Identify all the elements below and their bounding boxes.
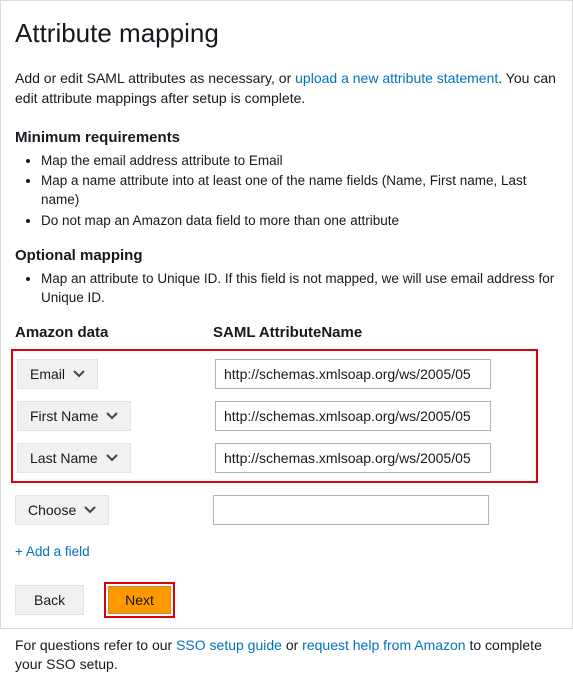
saml-input[interactable] bbox=[215, 359, 491, 389]
chevron-down-icon bbox=[73, 370, 85, 378]
next-highlight: Next bbox=[104, 582, 175, 618]
request-help-link[interactable]: request help from Amazon bbox=[302, 637, 465, 653]
table-row: Email bbox=[17, 359, 530, 389]
list-item: Map an attribute to Unique ID. If this f… bbox=[41, 270, 558, 308]
amazon-data-dropdown-firstname[interactable]: First Name bbox=[17, 401, 131, 431]
chevron-down-icon bbox=[84, 506, 96, 514]
column-header-saml: SAML AttributeName bbox=[213, 322, 558, 349]
table-row: Choose bbox=[15, 495, 538, 525]
amazon-data-dropdown-choose[interactable]: Choose bbox=[15, 495, 109, 525]
mapping-highlight: Email First Name Last Name bbox=[11, 349, 538, 483]
intro-prefix: Add or edit SAML attributes as necessary… bbox=[15, 70, 295, 86]
back-button[interactable]: Back bbox=[15, 585, 84, 615]
saml-input[interactable] bbox=[215, 443, 491, 473]
dropdown-label: Last Name bbox=[30, 450, 98, 466]
list-item: Map a name attribute into at least one o… bbox=[41, 172, 558, 210]
dropdown-label: First Name bbox=[30, 408, 98, 424]
table-row: Last Name bbox=[17, 443, 530, 473]
chevron-down-icon bbox=[106, 412, 118, 420]
intro-text: Add or edit SAML attributes as necessary… bbox=[15, 69, 558, 108]
optional-heading: Optional mapping bbox=[15, 245, 558, 266]
table-row: First Name bbox=[17, 401, 530, 431]
dropdown-label: Choose bbox=[28, 502, 76, 518]
saml-input[interactable] bbox=[215, 401, 491, 431]
footer-mid: or bbox=[282, 637, 302, 653]
optional-list: Map an attribute to Unique ID. If this f… bbox=[15, 270, 558, 308]
column-header-amazon-data: Amazon data bbox=[15, 322, 213, 349]
page-title: Attribute mapping bbox=[15, 15, 558, 51]
add-field-link[interactable]: + Add a field bbox=[15, 543, 90, 562]
min-req-heading: Minimum requirements bbox=[15, 127, 558, 148]
upload-statement-link[interactable]: upload a new attribute statement bbox=[295, 70, 498, 86]
min-req-list: Map the email address attribute to Email… bbox=[15, 152, 558, 232]
footer-prefix: For questions refer to our bbox=[15, 637, 176, 653]
list-item: Map the email address attribute to Email bbox=[41, 152, 558, 171]
sso-guide-link[interactable]: SSO setup guide bbox=[176, 637, 282, 653]
dropdown-label: Email bbox=[30, 366, 65, 382]
saml-input[interactable] bbox=[213, 495, 489, 525]
amazon-data-dropdown-email[interactable]: Email bbox=[17, 359, 98, 389]
list-item: Do not map an Amazon data field to more … bbox=[41, 212, 558, 231]
footer-text: For questions refer to our SSO setup gui… bbox=[15, 636, 558, 675]
next-button[interactable]: Next bbox=[108, 586, 171, 614]
chevron-down-icon bbox=[106, 454, 118, 462]
amazon-data-dropdown-lastname[interactable]: Last Name bbox=[17, 443, 131, 473]
